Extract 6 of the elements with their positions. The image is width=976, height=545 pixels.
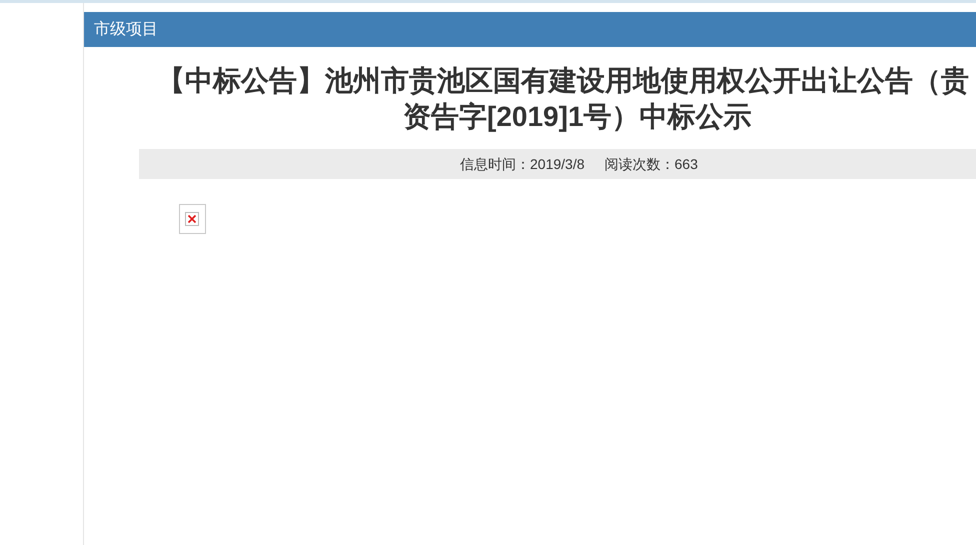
section-header: 市级项目 [84, 12, 976, 47]
article-title-line: 资告字[2019]1号）中标公示 [402, 100, 752, 134]
info-text: 信息时间：2019/3/8 [460, 154, 584, 174]
info-text: 阅读次数：663 [604, 154, 698, 174]
broken-image-icon [179, 204, 206, 234]
article-title-line: 【中标公告】池州市贵池区国有建设用地使用权公开出让公告（贵 [156, 64, 969, 98]
